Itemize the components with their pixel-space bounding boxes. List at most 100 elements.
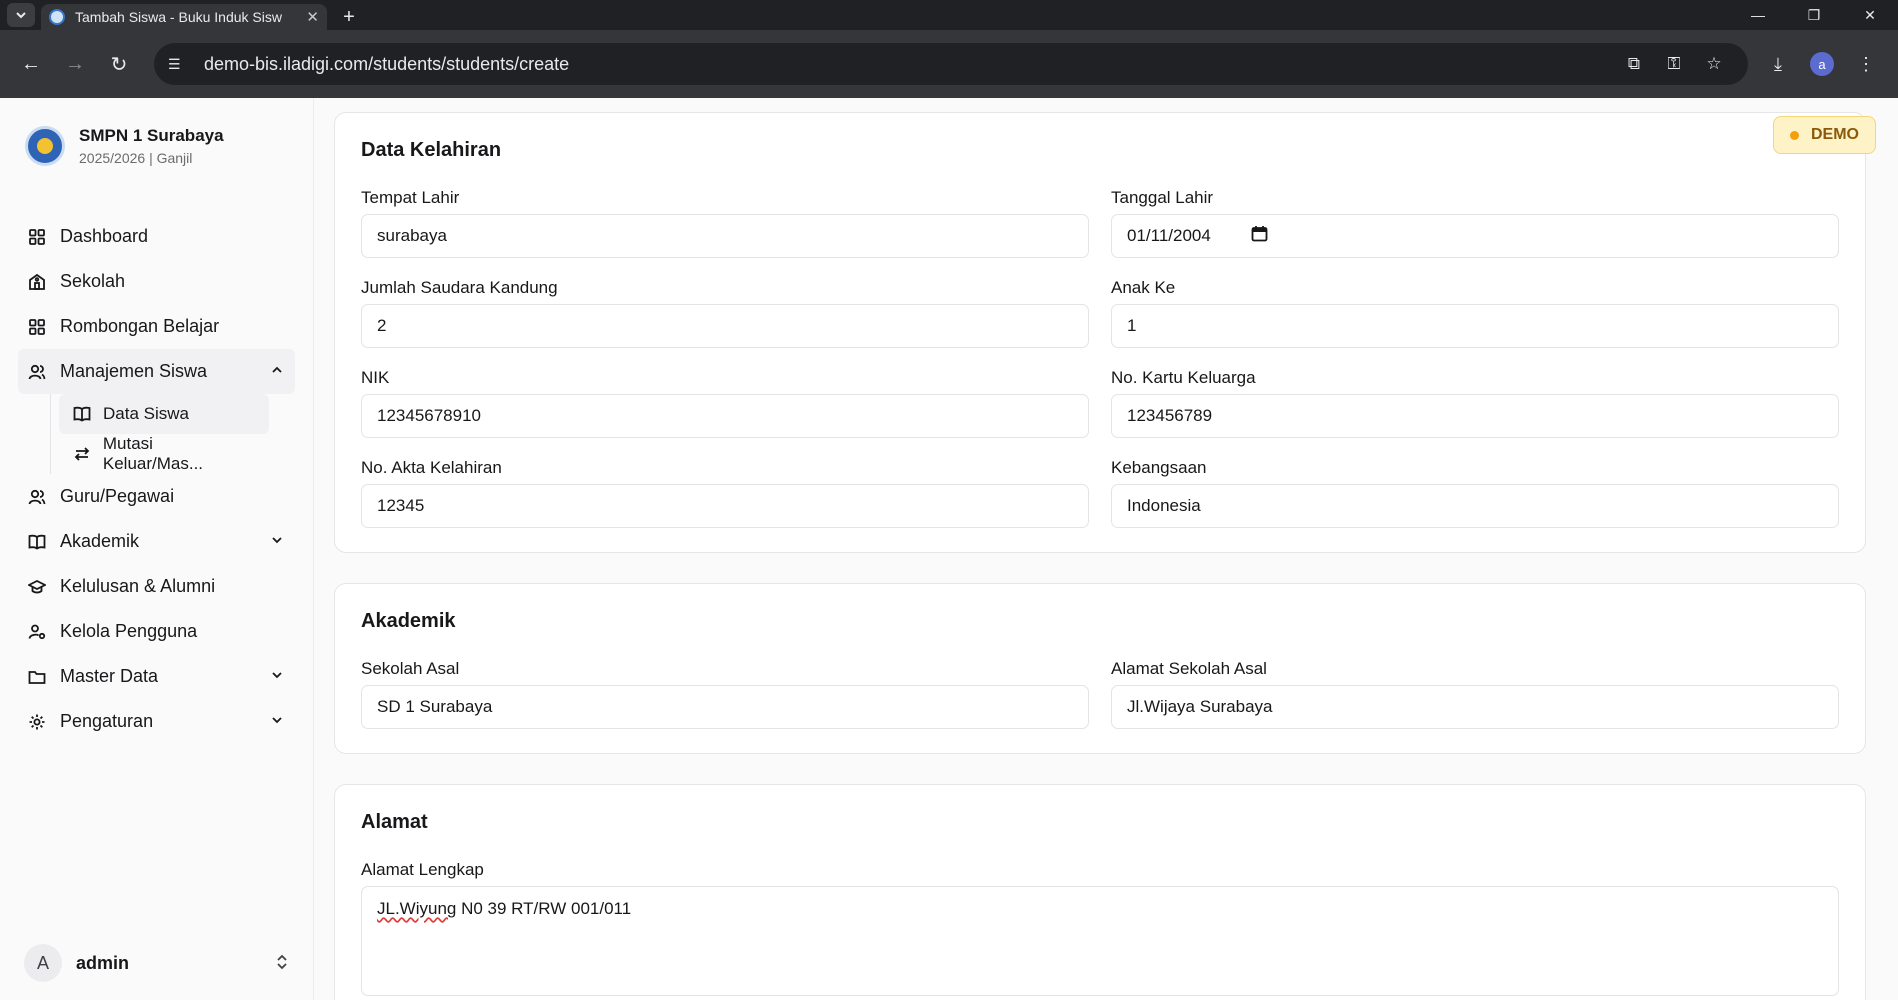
card-akademik: Akademik Sekolah Asal SD 1 Surabaya Alam… [334,583,1866,754]
site-favicon-icon [49,9,65,25]
sidebar-item-mutasi[interactable]: Mutasi Keluar/Mas... [59,434,269,474]
field-anak-ke: Anak Ke 1 [1111,278,1839,348]
school-logo [25,126,65,166]
download-icon[interactable]: ⤓ [1758,54,1798,75]
no-kk-input[interactable]: 123456789 [1111,394,1839,438]
sidebar-item-dashboard[interactable]: Dashboard [18,214,295,259]
calendar-icon[interactable] [1251,225,1268,247]
tab-title: Tambah Siswa - Buku Induk Sisw [75,9,282,25]
section-title: Alamat [361,811,428,833]
field-alamat-sekolah-asal: Alamat Sekolah Asal Jl.Wijaya Surabaya [1111,659,1839,729]
gear-icon [26,713,48,731]
field-alamat-lengkap: Alamat Lengkap JL.Wiyung N0 39 RT/RW 001… [361,860,1839,996]
close-tab-icon[interactable]: ✕ [306,8,319,26]
status-dot-icon [1790,130,1799,140]
demo-badge: DEMO [1773,116,1876,154]
field-label: Alamat Sekolah Asal [1111,659,1267,678]
field-jumlah-saudara: Jumlah Saudara Kandung 2 [361,278,1089,348]
folder-icon [26,668,48,686]
sidebar-item-akademik[interactable]: Akademik [18,519,295,564]
new-tab-button[interactable]: + [335,4,363,30]
field-label: NIK [361,368,390,387]
main-content: DEMO Data Kelahiran Tempat Lahir surabay… [314,98,1898,1000]
restore-icon[interactable]: ❐ [1786,0,1842,30]
jumlah-saudara-input[interactable]: 2 [361,304,1089,348]
input-value: N0 39 RT/RW 001/011 [456,899,632,918]
address-bar[interactable]: ☰ demo-bis.iladigi.com/students/students… [154,43,1748,85]
sidebar-item-manajemen-siswa[interactable]: Manajemen Siswa [18,349,295,394]
tanggal-lahir-input[interactable]: 01/11/2004 [1111,214,1839,258]
graduation-cap-icon [26,578,48,596]
sidebar-item-label: Rombongan Belajar [60,316,220,336]
field-sekolah-asal: Sekolah Asal SD 1 Surabaya [361,659,1089,729]
school-name: SMPN 1 Surabaya [79,126,224,145]
avatar: A [24,944,62,982]
close-window-icon[interactable]: ✕ [1842,0,1898,30]
sidebar-item-label: Akademik [60,531,140,551]
chevrons-up-down-icon [275,953,289,974]
user-menu[interactable]: A admin [24,944,289,982]
sidebar: SMPN 1 Surabaya 2025/2026 | Ganjil Dashb… [0,98,314,1000]
section-title: Akademik [361,610,456,632]
input-value: Indonesia [1127,496,1201,515]
tab-search-button[interactable] [7,3,35,27]
input-value: 2 [377,316,387,335]
menu-kebab-icon[interactable]: ⋮ [1846,54,1886,75]
school-brand: SMPN 1 Surabaya 2025/2026 | Ganjil [18,98,295,166]
anak-ke-input[interactable]: 1 [1111,304,1839,348]
section-title: Data Kelahiran [361,139,502,161]
password-key-icon[interactable]: ⚿ [1654,54,1694,74]
field-label: Anak Ke [1111,278,1176,297]
sekolah-asal-input[interactable]: SD 1 Surabaya [361,685,1089,729]
field-no-akta: No. Akta Kelahiran 12345 [361,458,1089,528]
sidebar-item-pengaturan[interactable]: Pengaturan [18,699,295,744]
misspelled-word: JL.Wiyung [377,899,457,918]
sidebar-item-rombongan-belajar[interactable]: Rombongan Belajar [18,304,295,349]
sidebar-item-label: Mutasi Keluar/Mas... [102,434,204,473]
field-label: No. Akta Kelahiran [361,458,502,477]
browser-tab-strip: Tambah Siswa - Buku Induk Sisw ✕ + — ❐ ✕ [0,0,1898,30]
input-value: 123456789 [1127,406,1213,425]
field-label: Sekolah Asal [361,659,460,678]
no-akta-input[interactable]: 12345 [361,484,1089,528]
nik-input[interactable]: 12345678910 [361,394,1089,438]
site-settings-icon[interactable]: ☰ [168,56,190,73]
sidebar-item-guru-pegawai[interactable]: Guru/Pegawai [18,474,295,519]
arrows-swap-icon [71,445,93,463]
alamat-lengkap-textarea[interactable]: JL.Wiyung N0 39 RT/RW 001/011 [361,886,1839,996]
reload-button[interactable]: ↻ [100,45,138,83]
minimize-icon[interactable]: — [1730,0,1786,30]
grid-icon [26,318,48,336]
sidebar-item-kelola-pengguna[interactable]: Kelola Pengguna [18,609,295,654]
sidebar-item-kelulusan-alumni[interactable]: Kelulusan & Alumni [18,564,295,609]
bookmark-star-icon[interactable]: ☆ [1694,54,1734,74]
sidebar-item-master-data[interactable]: Master Data [18,654,295,699]
school-building-icon [26,273,48,291]
chevron-down-icon [267,713,287,730]
field-nik: NIK 12345678910 [361,368,1089,438]
chevron-down-icon [267,533,287,550]
translate-icon[interactable]: ⧉ [1614,54,1654,74]
sidebar-item-sekolah[interactable]: Sekolah [18,259,295,304]
chevron-down-icon [16,12,26,19]
input-value: Jl.Wijaya Surabaya [1127,697,1273,716]
url-text[interactable]: demo-bis.iladigi.com/students/students/c… [204,54,1614,75]
field-label: Kebangsaan [1111,458,1207,477]
field-tanggal-lahir: Tanggal Lahir 01/11/2004 [1111,188,1839,258]
form-grid: Tempat Lahir surabaya Tanggal Lahir 01/1… [361,188,1839,528]
tempat-lahir-input[interactable]: surabaya [361,214,1089,258]
forward-button[interactable]: → [56,45,94,83]
sidebar-item-label: Dashboard [60,226,149,246]
alamat-sekolah-asal-input[interactable]: Jl.Wijaya Surabaya [1111,685,1839,729]
input-value: 01/11/2004 [1127,226,1211,245]
field-no-kk: No. Kartu Keluarga 123456789 [1111,368,1839,438]
sidebar-item-label: Kelola Pengguna [60,621,198,641]
kebangsaan-input[interactable]: Indonesia [1111,484,1839,528]
sidebar-item-label: Data Siswa [103,404,189,423]
book-open-icon [26,533,48,551]
back-button[interactable]: ← [12,45,50,83]
sidebar-item-data-siswa[interactable]: Data Siswa [59,394,269,434]
users-icon [26,488,48,506]
browser-tab[interactable]: Tambah Siswa - Buku Induk Sisw ✕ [41,4,327,30]
profile-avatar[interactable]: a [1810,52,1834,76]
